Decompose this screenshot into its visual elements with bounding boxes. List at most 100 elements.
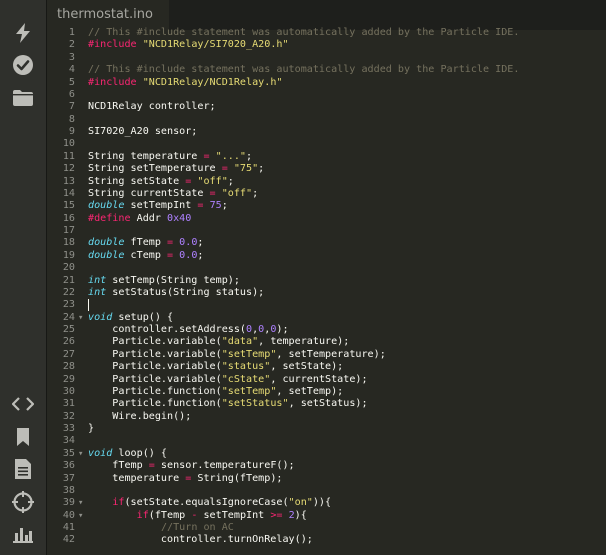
flash-icon[interactable]	[11, 21, 35, 45]
code-line[interactable]: 1 // This #include statement was automati…	[47, 27, 606, 39]
code-text: //Turn on AC	[88, 522, 234, 534]
code-line[interactable]: 10	[47, 138, 606, 150]
code-line[interactable]: 41 //Turn on AC	[47, 522, 606, 534]
line-number: 29	[62, 373, 75, 385]
code-line[interactable]: 32 Wire.begin();	[47, 411, 606, 423]
fold-toggle-icon[interactable]: ▾	[78, 510, 83, 522]
line-number: 23	[62, 299, 75, 311]
line-number: 2	[68, 39, 75, 51]
code-text: SI7020_A20 sensor;	[88, 126, 197, 138]
code-line[interactable]: 13 String setState = "off";	[47, 176, 606, 188]
editor-area: thermostat.ino 1 // This #include stateme…	[47, 0, 606, 555]
line-number: 7	[68, 101, 75, 113]
code-line[interactable]: 24 ▾ void setup() {	[47, 312, 606, 324]
code-text: String setTemperature = "75";	[88, 163, 264, 175]
code-token: setTempInt	[124, 200, 198, 212]
code-line[interactable]: 8	[47, 114, 606, 126]
code-line[interactable]: 21 int setTemp(String temp);	[47, 275, 606, 287]
code-line[interactable]: 22 int setStatus(String status);	[47, 287, 606, 299]
code-line[interactable]: 30 Particle.function("setTemp", setTemp)…	[47, 386, 606, 398]
code-token: 0.0	[179, 237, 198, 249]
code-line[interactable]: 5 #include "NCD1Relay/NCD1Relay.h"	[47, 77, 606, 89]
code-text: }	[88, 423, 94, 435]
code-line[interactable]: 23	[47, 299, 606, 312]
line-number: 4	[68, 64, 75, 76]
code-token: ;	[246, 150, 253, 162]
code-line[interactable]: 29 Particle.variable("cState", currentSt…	[47, 374, 606, 386]
code-token: double	[88, 237, 125, 249]
fold-toggle-icon[interactable]: ▾	[78, 312, 83, 324]
devices-icon[interactable]	[11, 490, 35, 514]
code-line[interactable]: 12 String setTemperature = "75";	[47, 163, 606, 175]
code-token: loop() {	[112, 447, 168, 459]
code-token: // This #include statement was automatic…	[88, 27, 520, 38]
code-line[interactable]: 37 temperature = String(fTemp);	[47, 473, 606, 485]
code-token: if	[112, 497, 125, 509]
line-number: 21	[62, 274, 75, 286]
code-line[interactable]: 16 #define Addr 0x40	[47, 213, 606, 225]
code-line[interactable]: 4 // This #include statement was automati…	[47, 64, 606, 76]
code-token: controller.setAddress(	[88, 324, 247, 335]
code-token: )){	[312, 497, 332, 509]
line-number: 37	[62, 472, 75, 484]
folder-icon[interactable]	[11, 86, 35, 110]
code-token: ;	[197, 237, 204, 249]
code-token: "off"	[221, 187, 253, 199]
code-line[interactable]: 20	[47, 262, 606, 274]
code-line[interactable]: 35 ▾ void loop() {	[47, 448, 606, 460]
code-line[interactable]: 18 double fTemp = 0.0;	[47, 237, 606, 249]
line-number: 22	[62, 286, 75, 298]
tab-bar: thermostat.ino	[47, 0, 606, 30]
code-text: double setTempInt = 75;	[88, 200, 228, 212]
code-line[interactable]: 17	[47, 225, 606, 237]
code-token: String setTemperature	[88, 163, 222, 175]
code-line[interactable]: 2 #include "NCD1Relay/SI7020_A20.h"	[47, 39, 606, 51]
code-line[interactable]: 11 String temperature = "...";	[47, 151, 606, 163]
code-line[interactable]: 40 ▾ if(fTemp - setTempInt >= 2){	[47, 510, 606, 522]
fold-toggle-icon[interactable]: ▾	[78, 448, 83, 460]
line-number: 38	[62, 484, 75, 496]
line-number: 15	[62, 200, 75, 212]
code-line[interactable]: 33}	[47, 423, 606, 435]
docs-icon[interactable]	[11, 457, 35, 481]
code-line[interactable]: 42 controller.turnOnRelay();	[47, 534, 606, 546]
code-token: fTemp	[88, 460, 149, 472]
line-number: 33	[62, 423, 75, 434]
ide-window: thermostat.ino 1 // This #include stateme…	[0, 0, 606, 555]
code-line[interactable]: 39 ▾ if(setState.equalsIgnoreCase("on")){	[47, 497, 606, 509]
code-token: }	[88, 423, 95, 434]
libraries-icon[interactable]	[11, 425, 35, 449]
code-line[interactable]: 28 Particle.variable("status", setState)…	[47, 361, 606, 373]
verify-icon[interactable]	[11, 53, 35, 77]
line-number: 9	[68, 126, 75, 137]
code-line[interactable]: 15 double setTempInt = 75;	[47, 200, 606, 212]
code-line[interactable]: 25 controller.setAddress(0,0,0);	[47, 324, 606, 336]
fold-toggle-icon[interactable]: ▾	[78, 497, 83, 509]
code-icon[interactable]	[11, 392, 35, 416]
console-icon[interactable]	[11, 522, 35, 546]
code-token: String(fTemp);	[191, 472, 283, 484]
code-line[interactable]: 34	[47, 435, 606, 447]
code-text: String temperature = "...";	[88, 151, 252, 163]
code-line[interactable]: 6	[47, 89, 606, 101]
sidebar	[0, 0, 47, 555]
tab-thermostat-ino[interactable]: thermostat.ino	[47, 0, 169, 30]
code-line[interactable]: 7 NCD1Relay controller;	[47, 101, 606, 113]
code-line[interactable]: 27 Particle.variable("setTemp", setTempe…	[47, 349, 606, 361]
code-line[interactable]: 38	[47, 485, 606, 497]
code-token: Addr	[136, 212, 168, 224]
code-line[interactable]: 31 Particle.function("setStatus", setSta…	[47, 398, 606, 410]
code-line[interactable]: 36 fTemp = sensor.temperatureF();	[47, 460, 606, 472]
line-number: 6	[68, 88, 75, 100]
code-token: temperature	[88, 472, 186, 484]
code-editor[interactable]: 1 // This #include statement was automati…	[47, 27, 606, 555]
code-line[interactable]: 14 String currentState = "off";	[47, 188, 606, 200]
code-text: fTemp = sensor.temperatureF();	[88, 460, 294, 472]
line-number: 35	[62, 447, 75, 459]
code-line[interactable]: 26 Particle.variable("data", temperature…	[47, 336, 606, 348]
line-number: 5	[68, 76, 75, 88]
code-line[interactable]: 19 double cTemp = 0.0;	[47, 250, 606, 262]
code-line[interactable]: 9 SI7020_A20 sensor;	[47, 126, 606, 138]
code-token: "cState"	[221, 373, 271, 385]
code-line[interactable]: 3	[47, 52, 606, 64]
